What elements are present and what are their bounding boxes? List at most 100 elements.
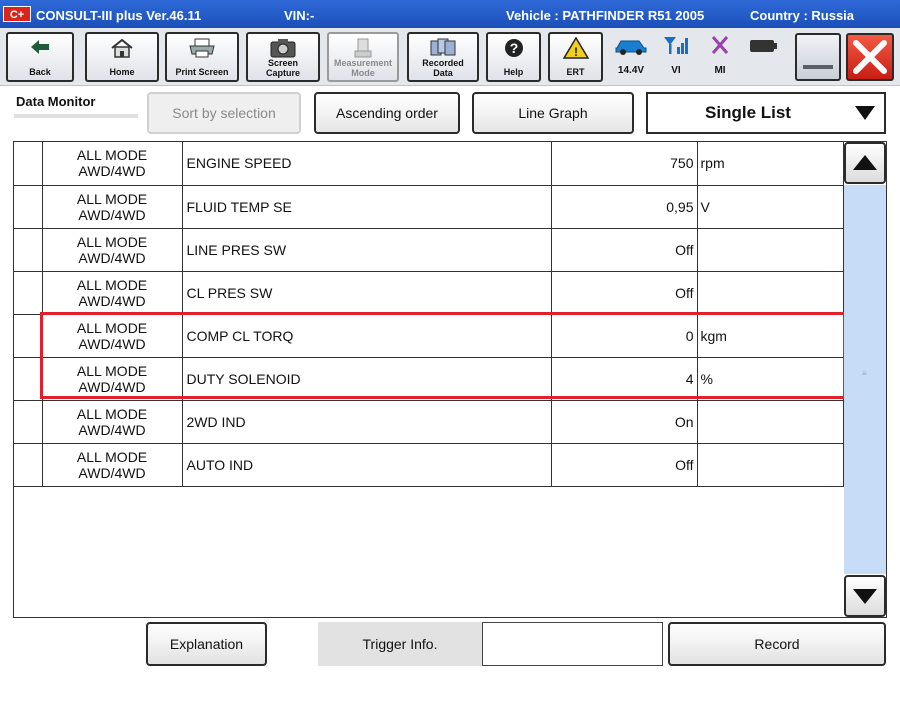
measurement-mode-button[interactable]: Measurement Mode [327,32,399,82]
help-label: Help [503,67,524,77]
unit-cell: V [696,184,844,229]
home-button[interactable]: Home [85,32,159,82]
explanation-button[interactable]: Explanation [146,622,267,666]
back-arrow-icon [31,40,49,54]
mode-line-2: AWD/4WD [78,421,146,438]
help-icon: ? [504,39,523,57]
view-mode-value: Single List [705,103,791,122]
row-select-cell[interactable] [14,356,43,401]
mode-line-1: ALL MODE [76,319,148,336]
app-title: CONSULT-III plus Ver.46.11 [36,8,202,23]
panel-title: Data Monitor [16,94,96,109]
mi-status: MI [700,32,740,82]
car-icon [615,40,647,55]
table-row[interactable]: ALL MODE AWD/4WD 2WD IND On [14,399,844,444]
recorded-data-button[interactable]: Recorded Data [407,32,479,82]
mode-line-1: ALL MODE [76,190,148,207]
mode-cell: ALL MODE AWD/4WD [41,442,183,487]
mode-line-1: ALL MODE [76,233,148,250]
mode-line-2: AWD/4WD [78,335,146,352]
app-logo: C+ [3,6,31,22]
value-cell: 4 [550,356,698,401]
unit-cell [696,270,844,315]
camera-icon [270,39,296,58]
vehicle-label: Vehicle : PATHFINDER R51 2005 [506,8,705,23]
table-row[interactable]: ALL MODE AWD/4WD DUTY SOLENOID 4% [14,356,844,401]
close-icon [853,40,887,74]
panel-title-underline [14,114,138,118]
mode-cell: ALL MODE AWD/4WD [41,184,183,229]
close-button[interactable] [846,33,894,81]
scrollbar-grip-icon[interactable]: ≡ [862,370,868,384]
mi-label: MI [714,65,726,76]
mode-cell: ALL MODE AWD/4WD [41,270,183,315]
mode-cell: ALL MODE AWD/4WD [41,313,183,358]
battery-icon [750,40,777,52]
mode-line-1: ALL MODE [76,147,148,164]
mode-cell: ALL MODE AWD/4WD [41,399,183,444]
value-cell: On [550,399,698,444]
mode-line-2: AWD/4WD [78,292,146,309]
home-label: Home [109,67,135,77]
voltage-label: 14.4V [617,65,645,76]
view-mode-dropdown[interactable]: Single List [646,92,886,134]
table-row[interactable]: ALL MODE AWD/4WD ENGINE SPEED 750 rpm [14,142,844,186]
scroll-up-button[interactable] [844,142,886,184]
help-button[interactable]: ? Help [486,32,541,82]
consult-window: C+ CONSULT-III plus Ver.46.11 VIN:- Vehi… [0,0,900,675]
scroll-down-button[interactable] [844,575,886,617]
line-graph-button[interactable]: Line Graph [472,92,634,134]
item-name-cell: ENGINE SPEED [181,142,552,186]
data-table: ALL MODE AWD/4WD ENGINE SPEED 750 rpm ALL MOD… [14,142,844,487]
sort-by-selection-button[interactable]: Sort by selection [147,92,301,134]
minimize-button[interactable] [795,33,841,81]
mode-cell: ALL MODE AWD/4WD [41,227,183,272]
value-cell: Off [550,442,698,487]
row-select-cell[interactable] [14,270,43,315]
mode-line-1: ALL MODE [76,276,148,293]
row-select-cell[interactable] [14,399,43,444]
ascending-order-button[interactable]: Ascending order [314,92,460,134]
vin-label: VIN:- [284,8,315,23]
table-row[interactable]: ALL MODE AWD/4WD AUTO IND Off [14,442,844,487]
printer-icon [189,38,215,58]
ert-label: ERT [566,67,585,77]
table-row[interactable]: ALL MODE AWD/4WD CL PRES SW Off [14,270,844,315]
mode-line-1: ALL MODE [76,405,148,422]
value-cell: 0,95 [550,184,698,229]
value-cell: Off [550,227,698,272]
back-label: Back [29,67,51,77]
table-row[interactable]: ALL MODE AWD/4WD COMP CL TORQ 0 kgm [14,313,844,358]
screen-capture-button[interactable]: Screen Capture [246,32,320,82]
down-arrow-icon [853,589,877,604]
print-screen-button[interactable]: Print Screen [165,32,239,82]
record-button[interactable]: Record [668,622,886,666]
disconnected-x-icon [711,36,729,54]
toolbar: Back Home Print Screen Screen Capture Mea… [0,28,900,86]
trigger-info-field[interactable] [482,622,663,666]
recorded-data-icon [430,38,456,56]
item-name-cell: LINE PRES SW [181,227,552,272]
table-row[interactable]: ALL MODE AWD/4WD LINE PRES SW Off [14,227,844,272]
svg-text:!: ! [574,45,578,59]
screen-capture-label: Screen Capture [265,58,300,78]
unit-cell [696,227,844,272]
row-select-cell[interactable] [14,142,43,186]
data-monitor-table: ALL MODE AWD/4WD ENGINE SPEED 750 rpm ALL MOD… [13,141,887,618]
ert-button[interactable]: ! ERT [548,32,603,82]
mode-line-2: AWD/4WD [78,378,146,395]
country-label: Country : Russia [750,8,855,23]
row-select-cell[interactable] [14,313,43,358]
value-cell: 750 [550,142,698,186]
row-select-cell[interactable] [14,184,43,229]
mode-line-2: AWD/4WD [78,163,146,180]
row-select-cell[interactable] [14,227,43,272]
table-row[interactable]: ALL MODE AWD/4WD FLUID TEMP SE 0,95 V [14,184,844,229]
item-name-cell: DUTY SOLENOID [181,356,552,401]
dropdown-arrow-icon [855,106,875,120]
mode-cell: ALL MODE AWD/4WD [41,356,183,401]
minimize-icon [803,65,833,69]
back-button[interactable]: Back [6,32,74,82]
row-select-cell[interactable] [14,442,43,487]
print-screen-label: Print Screen [175,67,229,77]
